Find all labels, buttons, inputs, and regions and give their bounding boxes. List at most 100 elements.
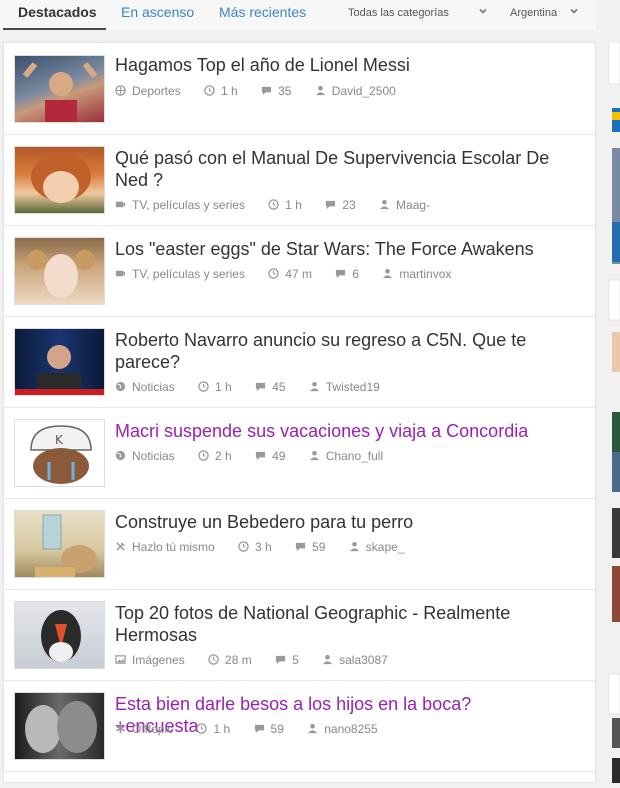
post-time: 1 h <box>285 197 302 212</box>
post-title[interactable]: Roberto Navarro anuncio su regreso a C5N… <box>115 329 555 373</box>
post-author[interactable]: Maag- <box>396 198 430 212</box>
post-time: 3 h <box>255 539 272 554</box>
globe-icon <box>115 451 126 461</box>
post-meta: Noticias 2 h 49 Chano_full <box>115 448 383 464</box>
post-author[interactable]: Chano_full <box>326 449 383 463</box>
comment-icon <box>295 543 306 552</box>
list-item[interactable]: Hagamos Top el año de Lionel Messi Depor… <box>4 43 595 135</box>
comment-icon <box>254 725 264 734</box>
post-title[interactable]: Hagamos Top el año de Lionel Messi <box>115 54 555 76</box>
post-time: 28 m <box>225 652 252 667</box>
comment-icon <box>336 270 346 279</box>
image-icon <box>115 655 126 665</box>
post-author[interactable]: skape_ <box>366 540 405 554</box>
clock-icon <box>204 85 215 97</box>
user-icon <box>309 382 319 392</box>
asterisk-icon <box>115 724 126 734</box>
post-comments[interactable]: 5 <box>292 653 299 667</box>
post-meta: Imágenes 28 m 5 sala3087 <box>115 652 388 668</box>
film-icon <box>115 202 126 208</box>
category-select[interactable]: Todas las categorías <box>348 2 494 24</box>
post-author[interactable]: David_2500 <box>332 84 396 98</box>
post-category[interactable]: Noticias <box>132 380 175 394</box>
post-comments[interactable]: 49 <box>272 449 285 463</box>
comment-icon <box>261 87 272 96</box>
ball-icon <box>115 85 126 97</box>
post-time: 1 h <box>213 721 231 736</box>
clock-icon <box>198 381 209 393</box>
post-author[interactable]: Twisted19 <box>326 380 380 394</box>
post-author[interactable]: martinvox <box>399 267 451 281</box>
post-category[interactable]: Noticias <box>132 449 175 463</box>
post-thumbnail[interactable] <box>14 237 105 305</box>
post-meta: Offtopic 1 h 59 nano8255 <box>115 721 378 737</box>
film-icon <box>115 271 126 277</box>
clock-icon <box>208 654 219 666</box>
tab-en-ascenso[interactable]: En ascenso <box>121 0 194 30</box>
post-meta: Deportes 1 h 35 David_2500 <box>115 83 396 99</box>
list-item[interactable]: Top 20 fotos de National Geographic - Re… <box>4 590 595 681</box>
post-category[interactable]: Imágenes <box>132 653 185 667</box>
user-icon <box>323 655 333 665</box>
chevron-down-icon <box>570 8 578 14</box>
post-thumbnail[interactable] <box>14 328 105 396</box>
post-thumbnail[interactable]: K <box>14 419 105 487</box>
post-title[interactable]: Top 20 fotos de National Geographic - Re… <box>115 602 555 646</box>
comment-icon <box>275 656 286 665</box>
globe-icon <box>115 382 126 392</box>
post-thumbnail[interactable] <box>14 692 105 760</box>
chevron-down-icon <box>479 8 487 14</box>
user-icon <box>315 86 325 96</box>
list-item[interactable]: Los "easter eggs" de Star Wars: The Forc… <box>4 226 595 317</box>
post-thumbnail[interactable] <box>14 146 105 214</box>
comment-icon <box>255 452 266 461</box>
post-comments[interactable]: 23 <box>342 198 355 212</box>
category-select-value: Todas las categorías <box>348 7 449 19</box>
list-item[interactable]: Esta bien darle besos a los hijos en la … <box>4 681 595 772</box>
top-navigation: Destacados En ascenso Más recientes Toda… <box>0 0 596 30</box>
post-category[interactable]: TV, películas y series <box>132 198 245 212</box>
clock-icon <box>268 199 280 211</box>
post-comments[interactable]: 35 <box>278 84 291 98</box>
post-title[interactable]: Construye un Bebedero para tu perro <box>115 511 555 533</box>
tab-destacados[interactable]: Destacados <box>3 0 106 30</box>
post-comments[interactable]: 45 <box>272 380 285 394</box>
post-thumbnail[interactable] <box>14 601 105 669</box>
post-thumbnail[interactable] <box>14 510 105 578</box>
post-category[interactable]: Deportes <box>132 84 181 98</box>
post-comments[interactable]: 6 <box>352 267 359 281</box>
clock-icon <box>196 723 208 735</box>
list-item[interactable]: Qué pasó con el Manual De Supervivencia … <box>4 135 595 226</box>
post-author[interactable]: sala3087 <box>339 653 388 667</box>
list-item[interactable]: Construye un Bebedero para tu perro Hazl… <box>4 499 595 590</box>
post-meta: Hazlo tú mismo 3 h 59 skape_ <box>115 539 404 555</box>
list-item[interactable]: Roberto Navarro anuncio su regreso a C5N… <box>4 317 595 408</box>
post-time: 47 m <box>285 266 312 281</box>
post-title[interactable]: Qué pasó con el Manual De Supervivencia … <box>115 147 555 191</box>
post-thumbnail[interactable] <box>14 55 105 123</box>
svg-text:K: K <box>55 433 64 447</box>
post-title[interactable]: Los "easter eggs" de Star Wars: The Forc… <box>115 238 555 260</box>
user-icon <box>379 200 390 210</box>
post-category[interactable]: Offtopic <box>132 722 173 736</box>
post-category[interactable]: TV, películas y series <box>132 267 245 281</box>
comment-icon <box>326 201 336 210</box>
post-list: Hagamos Top el año de Lionel Messi Depor… <box>3 42 596 783</box>
post-meta: Noticias 1 h 45 Twisted19 <box>115 379 380 395</box>
post-time: 2 h <box>215 448 232 463</box>
post-comments[interactable]: 59 <box>312 540 325 554</box>
post-meta: TV, películas y series 1 h 23 Maag- <box>115 197 430 213</box>
list-item[interactable]: K Macri suspende sus vacaciones y viaja … <box>4 408 595 499</box>
post-title[interactable]: Macri suspende sus vacaciones y viaja a … <box>115 420 555 442</box>
post-comments[interactable]: 59 <box>271 722 284 736</box>
clock-icon <box>238 541 249 553</box>
post-category[interactable]: Hazlo tú mismo <box>132 540 215 554</box>
tab-mas-recientes[interactable]: Más recientes <box>219 0 306 30</box>
comment-icon <box>255 383 266 392</box>
clock-icon <box>198 450 209 462</box>
post-author[interactable]: nano8255 <box>324 722 377 736</box>
right-sidebar <box>608 41 620 783</box>
post-meta: TV, películas y series 47 m 6 martinvox <box>115 266 451 282</box>
user-icon <box>309 451 319 461</box>
user-icon <box>349 542 359 552</box>
